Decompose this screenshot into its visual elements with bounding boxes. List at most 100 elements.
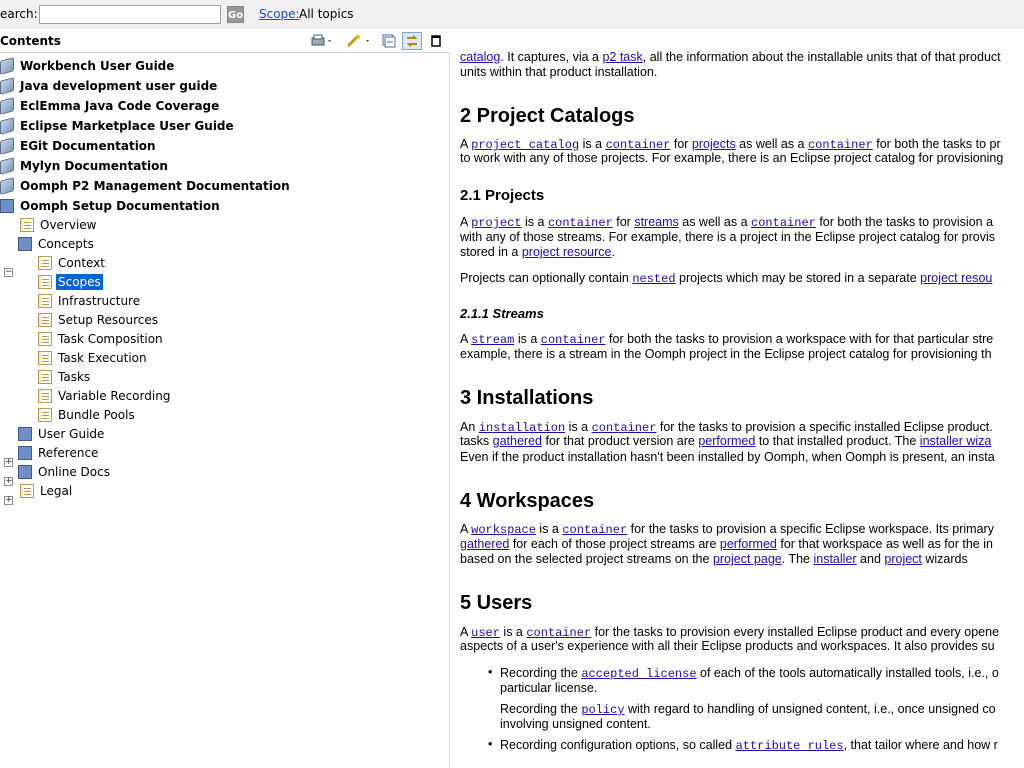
expand-icon[interactable]: + (4, 477, 13, 486)
gathered-link[interactable]: gathered (460, 537, 509, 551)
installation-link[interactable]: installation (479, 421, 565, 435)
page-icon (38, 388, 52, 403)
go-button[interactable]: Go (227, 6, 244, 23)
project-link[interactable]: project (471, 216, 521, 230)
scope-value: All topics (299, 7, 354, 21)
text: for both the tasks to provision a (815, 215, 994, 229)
paragraph: with any of those streams. For example, … (460, 230, 995, 244)
search-label: earch: (0, 7, 38, 21)
tree-book-mylyn[interactable]: Mylyn Documentation (0, 156, 170, 175)
text: tasks (460, 434, 493, 448)
text: is a (514, 332, 541, 346)
container-link[interactable]: container (808, 138, 873, 152)
container-link[interactable]: container (548, 216, 613, 230)
text: A (460, 137, 472, 151)
container-link[interactable]: container (751, 216, 816, 230)
highlight-search-icon[interactable] (344, 32, 374, 50)
text: is a (565, 420, 592, 434)
text: for that workspace as well as for the in (776, 537, 993, 551)
attribute-rules-link[interactable]: attribute rules (736, 739, 844, 753)
container-link[interactable]: container (526, 626, 591, 640)
text: An (460, 420, 479, 434)
text: Recording the (500, 702, 582, 716)
text: A (460, 522, 472, 536)
container-link[interactable]: container (562, 523, 627, 537)
book-icon (0, 96, 14, 115)
text: based on the selected project streams on… (460, 552, 713, 566)
tree-book-java[interactable]: Java development user guide (0, 76, 219, 95)
installer-link[interactable]: installer (813, 552, 856, 566)
tree-item-task-composition[interactable]: Task Composition (38, 329, 165, 348)
print-icon[interactable] (308, 32, 336, 50)
gathered-link[interactable]: gathered (493, 434, 542, 448)
text: for (612, 215, 635, 229)
collapse-all-icon[interactable] (380, 32, 398, 50)
project-link[interactable]: project (884, 552, 922, 566)
text: for both the tasks to provision a worksp… (605, 332, 994, 346)
project-catalog-link[interactable]: project catalog (471, 138, 579, 152)
maximize-icon[interactable] (428, 32, 444, 50)
text: as well as a (735, 137, 808, 151)
text: . It captures, via a (500, 50, 603, 64)
tree-book-oomph-setup[interactable]: Oomph Setup Documentation (0, 196, 222, 215)
tree-item-setup-resources[interactable]: Setup Resources (38, 310, 160, 329)
tree-item-bundle-pools[interactable]: Bundle Pools (38, 405, 137, 424)
tree-item-tasks[interactable]: Tasks (38, 367, 92, 386)
container-link[interactable]: container (541, 333, 606, 347)
expand-icon[interactable]: + (4, 496, 13, 505)
tree-item-legal[interactable]: Legal (20, 481, 74, 500)
book-icon (0, 56, 14, 75)
paragraph: Even if the product installation hasn't … (460, 450, 995, 464)
paragraph: particular license. (500, 681, 598, 695)
tree-book-marketplace[interactable]: Eclipse Marketplace User Guide (0, 116, 236, 135)
tree-book-workbench[interactable]: Workbench User Guide (0, 56, 176, 75)
user-link[interactable]: user (471, 626, 500, 640)
text: stored in a (460, 245, 522, 259)
tree-item-context[interactable]: Context (38, 253, 107, 272)
tree-folder-user-guide[interactable]: User Guide (18, 424, 106, 443)
expand-icon[interactable]: + (4, 458, 13, 467)
accepted-license-link[interactable]: accepted license (581, 667, 696, 681)
tree-item-scopes[interactable]: Scopes (38, 272, 103, 291)
paragraph: aspects of a user's experience with all … (460, 639, 995, 653)
tree-item-infrastructure[interactable]: Infrastructure (38, 291, 142, 310)
scope-link[interactable]: Scope: (259, 7, 300, 21)
container-link[interactable]: container (592, 421, 657, 435)
search-input[interactable] (39, 5, 221, 24)
text: for each of those project streams are (509, 537, 720, 551)
container-link[interactable]: container (606, 138, 671, 152)
text: A (460, 215, 472, 229)
streams-link[interactable]: streams (634, 215, 678, 229)
tree-item-variable-recording[interactable]: Variable Recording (38, 386, 172, 405)
tree-book-egit[interactable]: EGit Documentation (0, 136, 158, 155)
workspace-link[interactable]: workspace (471, 523, 536, 537)
text: , all the information about the installa… (642, 50, 1001, 64)
tree-item-task-execution[interactable]: Task Execution (38, 348, 149, 367)
performed-link[interactable]: performed (698, 434, 755, 448)
heading-installations: 3 Installations (460, 387, 594, 409)
tree-item-overview[interactable]: Overview (20, 215, 99, 234)
project-page-link[interactable]: project page (713, 552, 782, 566)
tree-book-eclemma[interactable]: EclEmma Java Code Coverage (0, 96, 221, 115)
installer-wizard-link[interactable]: installer wiza (920, 434, 992, 448)
project-resource-link[interactable]: project resource (522, 245, 612, 259)
link-with-contents-icon[interactable] (402, 32, 422, 50)
projects-link[interactable]: projects (692, 137, 736, 151)
stream-link[interactable]: stream (471, 333, 514, 347)
text: projects which may be stored in a separa… (675, 271, 921, 285)
nested-link[interactable]: nested (632, 272, 675, 286)
collapse-icon[interactable]: − (4, 268, 13, 277)
tree-folder-online-docs[interactable]: Online Docs (18, 462, 112, 481)
p2-task-link[interactable]: p2 task (602, 50, 642, 64)
heading-project-catalogs: 2 Project Catalogs (460, 105, 635, 127)
paragraph: to work with any of those projects. For … (460, 151, 1004, 165)
tree-folder-concepts[interactable]: Concepts (18, 234, 96, 253)
tree-folder-reference[interactable]: Reference (18, 443, 100, 462)
policy-link[interactable]: policy (581, 703, 624, 717)
tree-book-oomph-p2[interactable]: Oomph P2 Management Documentation (0, 176, 292, 195)
project-resource-link[interactable]: project resou (920, 271, 992, 285)
text: , that tailor where and how r (843, 738, 998, 752)
contents-pane: Contents Workbench User Guide Java devel… (0, 29, 450, 768)
performed-link[interactable]: performed (720, 537, 777, 551)
catalog-link[interactable]: catalog (460, 50, 500, 64)
